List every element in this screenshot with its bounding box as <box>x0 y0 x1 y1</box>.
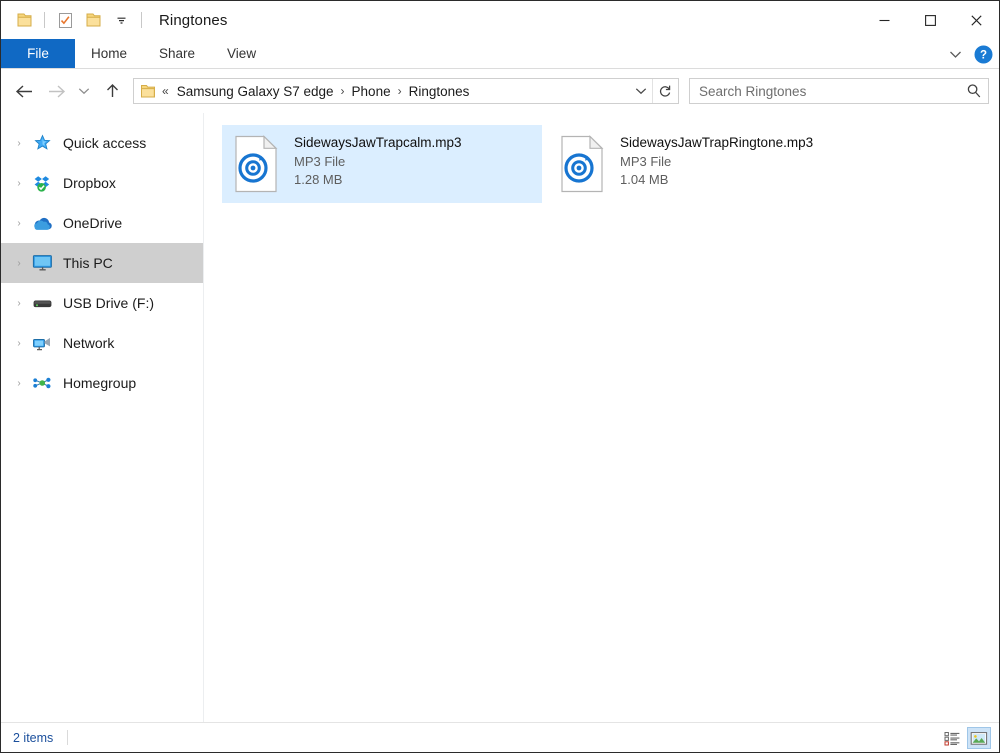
chevron-right-icon[interactable]: › <box>9 338 29 349</box>
chevron-right-icon[interactable]: › <box>9 178 29 189</box>
network-icon <box>29 334 55 352</box>
file-explorer-window: Ringtones File Home Share View ? « Samsu… <box>0 0 1000 753</box>
sidebar-item-network[interactable]: › Network <box>1 323 203 363</box>
recent-locations-chevron-down-icon[interactable] <box>73 76 95 106</box>
sidebar-item-label: This PC <box>63 255 113 271</box>
details-view-button[interactable] <box>940 727 964 749</box>
file-name: SidewaysJawTrapcalm.mp3 <box>294 135 462 150</box>
chevron-right-icon[interactable]: › <box>9 218 29 229</box>
sidebar-item-homegroup[interactable]: › Homegroup <box>1 363 203 403</box>
chevron-right-icon[interactable]: › <box>9 378 29 389</box>
toolbar-divider <box>44 12 45 28</box>
sidebar-item-label: OneDrive <box>63 215 123 231</box>
dropbox-icon <box>29 174 55 193</box>
chevron-right-icon[interactable]: › <box>9 258 29 269</box>
drive-icon <box>29 296 55 310</box>
tab-share[interactable]: Share <box>143 39 211 68</box>
up-button[interactable] <box>97 76 127 106</box>
minimize-button[interactable] <box>861 1 907 39</box>
sidebar-item-onedrive[interactable]: › OneDrive <box>1 203 203 243</box>
ribbon-right-controls: ? <box>944 39 993 69</box>
monitor-icon <box>29 254 55 272</box>
sidebar-item-this-pc[interactable]: › This PC <box>1 243 203 283</box>
ribbon-tab-bar: File Home Share View ? <box>1 39 999 69</box>
title-bar: Ringtones <box>1 1 999 39</box>
help-icon[interactable]: ? <box>974 45 993 64</box>
previous-locations-chevron-down-icon[interactable] <box>630 79 652 103</box>
folder-icon[interactable] <box>11 7 37 33</box>
star-icon <box>29 134 55 153</box>
file-meta: SidewaysJawTrapRingtone.mp3 MP3 File 1.0… <box>620 133 813 187</box>
forward-button[interactable] <box>41 76 71 106</box>
file-type: MP3 File <box>294 154 346 169</box>
sidebar-item-label: USB Drive (F:) <box>63 295 154 311</box>
sidebar-item-label: Quick access <box>63 135 147 151</box>
svg-text:?: ? <box>980 49 987 61</box>
mp3-file-icon <box>558 135 606 198</box>
file-name: SidewaysJawTrapRingtone.mp3 <box>620 135 814 150</box>
breadcrumb-separator-2[interactable]: › <box>398 84 402 98</box>
breadcrumb-item-device[interactable]: Samsung Galaxy S7 edge <box>175 84 336 99</box>
breadcrumb-item-ringtones[interactable]: Ringtones <box>407 84 472 99</box>
chevron-down-icon[interactable] <box>108 7 134 33</box>
sidebar-item-dropbox[interactable]: › Dropbox <box>1 163 203 203</box>
quick-access-toolbar: Ringtones <box>1 7 227 33</box>
window-controls <box>861 1 999 39</box>
refresh-icon[interactable] <box>652 79 676 103</box>
status-divider <box>67 730 69 745</box>
file-size: 1.28 MB <box>294 172 343 187</box>
chevron-right-icon[interactable]: › <box>9 138 29 149</box>
tab-file[interactable]: File <box>1 39 75 68</box>
search-input[interactable] <box>699 83 964 99</box>
window-title: Ringtones <box>159 11 228 29</box>
item-count: 2 items <box>13 730 54 745</box>
view-toggle-group <box>940 723 991 753</box>
address-bar: « Samsung Galaxy S7 edge › Phone › Ringt… <box>1 69 999 113</box>
status-bar: 2 items <box>1 722 999 752</box>
file-list-pane[interactable]: SidewaysJawTrapcalm.mp3 MP3 File 1.28 MB <box>204 113 999 722</box>
sidebar-item-usb-drive[interactable]: › USB Drive (F:) <box>1 283 203 323</box>
breadcrumb-overflow-icon[interactable]: « <box>162 84 169 98</box>
breadcrumb-item-phone[interactable]: Phone <box>350 84 393 99</box>
sidebar-item-label: Network <box>63 335 115 351</box>
new-folder-icon[interactable] <box>80 7 106 33</box>
file-item[interactable]: SidewaysJawTrapcalm.mp3 MP3 File 1.28 MB <box>222 125 542 203</box>
sidebar-item-label: Homegroup <box>63 375 137 391</box>
file-meta: SidewaysJawTrapcalm.mp3 MP3 File 1.28 MB <box>294 133 462 187</box>
tab-home[interactable]: Home <box>75 39 143 68</box>
breadcrumb-separator-1[interactable]: › <box>341 84 345 98</box>
expand-ribbon-chevron-down-icon[interactable] <box>944 43 966 65</box>
breadcrumb[interactable]: « Samsung Galaxy S7 edge › Phone › Ringt… <box>133 78 679 104</box>
file-size: 1.04 MB <box>620 172 669 187</box>
properties-icon[interactable] <box>52 7 78 33</box>
search-icon[interactable] <box>964 81 984 101</box>
large-icons-view-button[interactable] <box>967 727 991 749</box>
sidebar-item-quick-access[interactable]: › Quick access <box>1 123 203 163</box>
homegroup-icon <box>29 374 55 392</box>
back-button[interactable] <box>9 76 39 106</box>
mp3-file-icon <box>232 135 280 198</box>
title-divider <box>141 12 142 28</box>
sidebar-item-label: Dropbox <box>63 175 116 191</box>
file-type: MP3 File <box>620 154 672 169</box>
search-box[interactable] <box>689 78 989 104</box>
onedrive-cloud-icon <box>29 215 55 232</box>
breadcrumb-folder-icon <box>140 84 156 99</box>
maximize-button[interactable] <box>907 1 953 39</box>
tab-view[interactable]: View <box>211 39 272 68</box>
main-body: › Quick access › Dropbox › OneDrive › Th… <box>1 113 999 722</box>
close-button[interactable] <box>953 1 999 39</box>
chevron-right-icon[interactable]: › <box>9 298 29 309</box>
navigation-pane: › Quick access › Dropbox › OneDrive › Th… <box>1 113 204 722</box>
file-item[interactable]: SidewaysJawTrapRingtone.mp3 MP3 File 1.0… <box>548 125 868 203</box>
